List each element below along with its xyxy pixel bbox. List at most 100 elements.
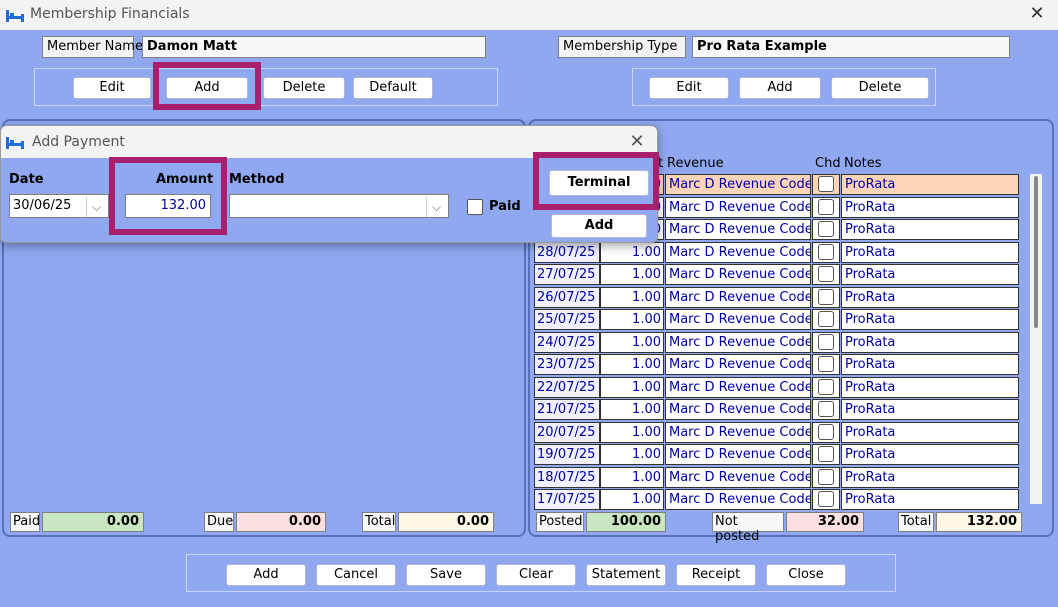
chd-checkbox[interactable]	[818, 468, 834, 485]
chd-checkbox[interactable]	[818, 491, 834, 507]
revenue-cell: Marc D Revenue Code	[665, 399, 811, 420]
default-button[interactable]: Default	[353, 77, 433, 99]
membership-add-button[interactable]: Add	[739, 77, 821, 99]
chd-checkbox[interactable]	[818, 221, 834, 237]
amount-cell: 1.00	[600, 241, 664, 263]
date-cell: 18/07/25	[534, 466, 600, 488]
member-name-field[interactable]: Damon Matt	[142, 36, 486, 58]
chd-checkbox[interactable]	[818, 198, 834, 215]
date-cell: 24/07/25	[534, 331, 600, 353]
chd-checkbox[interactable]	[818, 446, 834, 462]
notes-header: Notes	[844, 156, 882, 171]
close-icon[interactable]: ✕	[1026, 3, 1048, 25]
notes-cell: ProRata	[841, 444, 1019, 465]
clear-button[interactable]: Clear	[496, 564, 576, 586]
chd-checkbox[interactable]	[818, 311, 834, 327]
membership-type-field[interactable]: Pro Rata Example	[692, 36, 1010, 58]
dialog-title: Add Payment	[32, 134, 125, 150]
revenue-cell: Marc D Revenue Code	[665, 421, 811, 443]
save-button[interactable]: Save	[406, 564, 486, 586]
chd-checkbox[interactable]	[818, 356, 834, 372]
chd-checkbox[interactable]	[818, 378, 834, 395]
date-cell: 20/07/25	[534, 421, 600, 443]
bed-icon	[6, 10, 24, 22]
notes-cell: ProRata	[841, 196, 1019, 218]
date-cell: 25/07/25	[534, 309, 600, 330]
revenue-cell: Marc D Revenue Code	[665, 174, 811, 195]
paid-value: 0.00	[42, 512, 144, 532]
membership-delete-button[interactable]: Delete	[831, 77, 929, 99]
receipt-button[interactable]: Receipt	[676, 564, 756, 586]
revenue-cell: Marc D Revenue Code	[665, 489, 811, 510]
revenue-cell: Marc D Revenue Code	[665, 264, 811, 285]
revenue-cell: Marc D Revenue Code	[665, 309, 811, 330]
statement-button[interactable]: Statement	[586, 564, 666, 586]
terminal-button[interactable]: Terminal	[549, 170, 649, 196]
revenue-cell: Marc D Revenue Code	[665, 196, 811, 218]
revenue-cell: Marc D Revenue Code	[665, 241, 811, 263]
amount-label: Amount	[156, 172, 214, 187]
membership-edit-button[interactable]: Edit	[649, 77, 729, 99]
chd-checkbox[interactable]	[818, 243, 834, 260]
dialog-add-button[interactable]: Add	[551, 214, 647, 238]
chevron-down-icon[interactable]: ⌵	[426, 197, 446, 217]
posted-label: Posted	[536, 512, 584, 532]
cancel-button[interactable]: Cancel	[316, 564, 396, 586]
date-cell: 22/07/25	[534, 376, 600, 398]
date-cell: 27/07/25	[534, 264, 600, 285]
method-select[interactable]: ⌵	[229, 194, 449, 218]
chd-checkbox[interactable]	[818, 333, 834, 350]
amount-cell: 1.00	[600, 421, 664, 443]
notes-cell: ProRata	[841, 264, 1019, 285]
bottom-add-button[interactable]: Add	[226, 564, 306, 586]
close-icon[interactable]: ✕	[626, 131, 648, 153]
window-title: Membership Financials	[30, 6, 190, 22]
notes-cell: ProRata	[841, 376, 1019, 398]
right-total-value: 132.00	[936, 512, 1022, 532]
edit-button[interactable]: Edit	[73, 77, 151, 99]
posted-value: 100.00	[586, 512, 666, 532]
notes-cell: ProRata	[841, 174, 1019, 195]
bed-icon	[6, 137, 24, 149]
revenue-header: Revenue	[667, 156, 724, 171]
delete-button[interactable]: Delete	[263, 77, 345, 99]
chd-checkbox[interactable]	[818, 176, 834, 192]
revenue-cell: Marc D Revenue Code	[665, 286, 811, 308]
scrollbar-thumb[interactable]	[1034, 176, 1038, 328]
amount-cell: 1.00	[600, 331, 664, 353]
chd-checkbox[interactable]	[818, 423, 834, 440]
not-posted-value: 32.00	[786, 512, 864, 532]
add-payment-dialog: Add Payment ✕ Date 30/06/25 ⌵ Amount 132…	[0, 125, 659, 243]
chd-checkbox[interactable]	[818, 288, 834, 305]
paid-checkbox[interactable]	[467, 199, 483, 215]
scrollbar[interactable]	[1030, 174, 1042, 504]
paid-label: Paid	[10, 512, 40, 532]
notes-cell: ProRata	[841, 489, 1019, 510]
chd-checkbox[interactable]	[818, 401, 834, 417]
amount-cell: 1.00	[600, 399, 664, 420]
date-cell: 21/07/25	[534, 399, 600, 420]
amount-cell: 1.00	[600, 376, 664, 398]
amount-cell: 1.00	[600, 264, 664, 285]
amount-cell: 1.00	[600, 286, 664, 308]
chd-checkbox[interactable]	[818, 266, 834, 282]
chd-header: Chd	[815, 156, 841, 171]
amount-cell: 1.00	[600, 466, 664, 488]
notes-cell: ProRata	[841, 421, 1019, 443]
date-value: 30/06/25	[13, 198, 72, 213]
notes-cell: ProRata	[841, 331, 1019, 353]
notes-cell: ProRata	[841, 219, 1019, 240]
revenue-cell: Marc D Revenue Code	[665, 354, 811, 375]
due-label: Due	[204, 512, 234, 532]
add-button[interactable]: Add	[166, 77, 248, 99]
close-button[interactable]: Close	[766, 564, 846, 586]
amount-input[interactable]: 132.00	[125, 194, 211, 218]
revenue-cell: Marc D Revenue Code	[665, 466, 811, 488]
date-picker[interactable]: 30/06/25 ⌵	[9, 194, 109, 218]
revenue-cell: Marc D Revenue Code	[665, 219, 811, 240]
chevron-down-icon[interactable]: ⌵	[86, 197, 106, 217]
notes-cell: ProRata	[841, 241, 1019, 263]
member-name-label: Member Name	[42, 36, 143, 58]
notes-cell: ProRata	[841, 309, 1019, 330]
date-cell: 19/07/25	[534, 444, 600, 465]
